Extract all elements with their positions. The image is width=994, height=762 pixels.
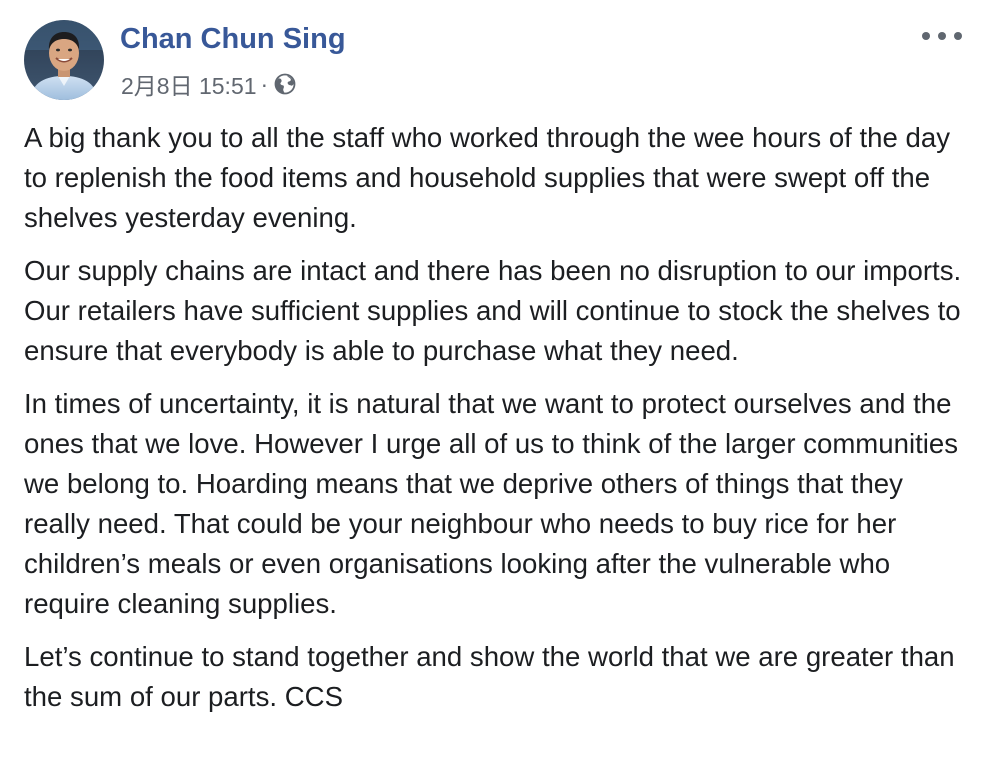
post-body: A big thank you to all the staff who wor… (24, 118, 974, 730)
post-paragraph: Our supply chains are intact and there h… (24, 255, 962, 366)
more-options-icon-dot (938, 32, 946, 40)
more-options-button[interactable] (922, 24, 962, 48)
meta-separator: · (260, 70, 269, 97)
author-avatar[interactable] (24, 20, 104, 100)
facebook-post: Chan Chun Sing 2月8日 15:51 · A big thank … (0, 0, 994, 762)
post-meta: 2月8日 15:51 · (121, 67, 296, 101)
post-paragraph: A big thank you to all the staff who wor… (24, 122, 951, 233)
post-timestamp-link[interactable]: 2月8日 15:51 (121, 67, 257, 101)
post-paragraph: Let’s continue to stand together and sho… (24, 641, 955, 712)
more-options-icon-dot (954, 32, 962, 40)
avatar-image (24, 20, 104, 100)
post-paragraph: In times of uncertainty, it is natural t… (24, 388, 959, 619)
more-options-icon (922, 32, 930, 40)
post-header: Chan Chun Sing 2月8日 15:51 · (24, 20, 974, 104)
globe-icon-graphic (274, 73, 296, 95)
globe-icon[interactable] (274, 73, 296, 95)
author-name-link[interactable]: Chan Chun Sing (120, 23, 346, 56)
